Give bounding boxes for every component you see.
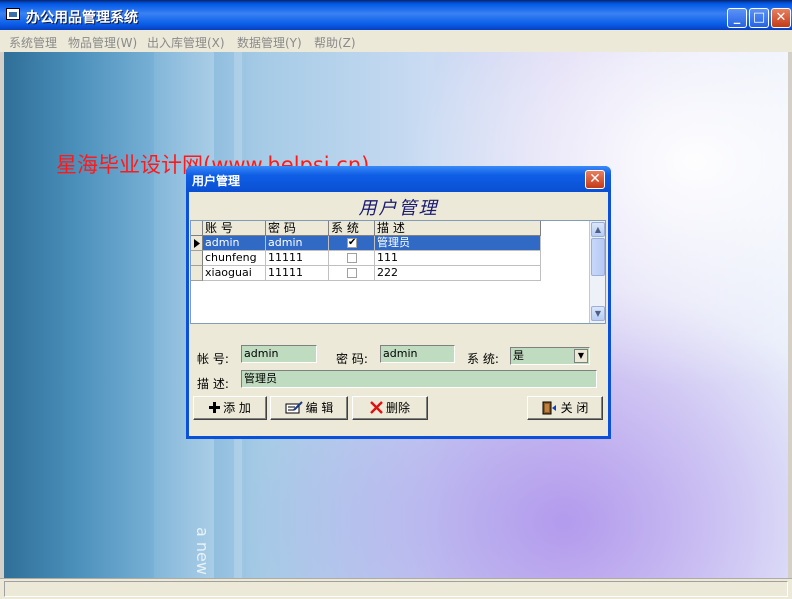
cell-account[interactable]: xiaoguai — [203, 266, 266, 281]
grid-header-desc[interactable]: 描 述 — [375, 221, 541, 236]
cell-password[interactable]: 11111 — [266, 266, 329, 281]
exit-door-icon — [542, 401, 556, 414]
menu-items[interactable]: 物品管理(W) — [68, 34, 137, 51]
menu-stock[interactable]: 出入库管理(X) — [147, 34, 225, 51]
add-button-label: 添 加 — [223, 401, 251, 415]
cell-password[interactable]: admin — [266, 236, 329, 251]
dialog-title-bar[interactable]: 用户管理 ✕ — [186, 166, 611, 192]
delete-button[interactable]: 删除 — [352, 396, 428, 420]
user-management-dialog: 用户管理 ✕ 用户管理 账 号 密 码 系 统 描 述 admin admin … — [186, 166, 611, 439]
system-checkbox[interactable] — [347, 253, 357, 263]
system-label: 系 统: — [467, 352, 499, 366]
close-dialog-button[interactable]: 关 闭 — [527, 396, 603, 420]
password-label: 密 码: — [336, 352, 368, 366]
system-select[interactable]: 是 ▼ — [510, 347, 590, 365]
menu-help[interactable]: 帮助(Z) — [314, 34, 356, 51]
cell-desc[interactable]: 管理员 — [375, 236, 541, 251]
add-button[interactable]: 添 加 — [193, 396, 267, 420]
system-select-value: 是 — [513, 349, 524, 362]
system-checkbox[interactable] — [347, 268, 357, 278]
cell-system[interactable] — [329, 251, 375, 266]
cell-system[interactable]: ✔ — [329, 236, 375, 251]
grid-header-account[interactable]: 账 号 — [203, 221, 266, 236]
scroll-thumb[interactable] — [591, 238, 605, 276]
edit-button[interactable]: 编 辑 — [270, 396, 348, 420]
maximize-button[interactable]: □ — [749, 8, 769, 28]
cell-desc[interactable]: 222 — [375, 266, 541, 281]
grid-header-password[interactable]: 密 码 — [266, 221, 329, 236]
row-indicator — [191, 236, 203, 251]
edit-button-label: 编 辑 — [305, 401, 334, 415]
edit-icon — [285, 401, 303, 414]
grid-vertical-scrollbar[interactable]: ▲ ▼ — [589, 221, 605, 323]
main-title-bar[interactable]: 办公用品管理系统 _ □ ✕ — [0, 0, 792, 30]
menu-data[interactable]: 数据管理(Y) — [237, 34, 302, 51]
grid-header-system[interactable]: 系 统 — [329, 221, 375, 236]
delete-x-icon — [370, 401, 383, 414]
close-dialog-button-label: 关 闭 — [560, 401, 589, 415]
account-label: 帐 号: — [197, 352, 229, 366]
close-window-button[interactable]: ✕ — [771, 8, 791, 28]
status-bar — [0, 578, 792, 599]
row-indicator — [191, 251, 203, 266]
desc-label: 描 述: — [197, 377, 229, 391]
app-title: 办公用品管理系统 — [26, 10, 138, 26]
status-panel — [4, 581, 788, 597]
desc-field[interactable]: 管理员 — [241, 370, 597, 388]
menu-system[interactable]: 系统管理 — [9, 34, 57, 51]
current-row-arrow-icon — [194, 239, 200, 248]
row-indicator — [191, 266, 203, 281]
app-icon — [6, 8, 20, 20]
dialog-close-button[interactable]: ✕ — [585, 170, 605, 189]
account-field[interactable]: admin — [241, 345, 317, 363]
chevron-down-icon[interactable]: ▼ — [574, 349, 588, 363]
cell-desc[interactable]: 111 — [375, 251, 541, 266]
password-field[interactable]: admin — [380, 345, 455, 363]
scroll-down-arrow-icon[interactable]: ▼ — [591, 306, 605, 321]
cell-password[interactable]: 11111 — [266, 251, 329, 266]
scroll-up-arrow-icon[interactable]: ▲ — [591, 222, 605, 237]
menu-bar: 系统管理 物品管理(W) 出入库管理(X) 数据管理(Y) 帮助(Z) — [0, 30, 792, 52]
user-grid[interactable]: 账 号 密 码 系 统 描 述 admin admin ✔ 管理员 chunfe… — [190, 220, 606, 324]
delete-button-label: 删除 — [385, 401, 410, 415]
dialog-title: 用户管理 — [192, 174, 241, 188]
minimize-button[interactable]: _ — [727, 8, 747, 28]
cell-account[interactable]: admin — [203, 236, 266, 251]
cell-system[interactable] — [329, 266, 375, 281]
background-vertical-text: a new form — [193, 527, 212, 578]
system-checkbox[interactable]: ✔ — [347, 238, 357, 248]
grid-header-indicator — [191, 221, 203, 236]
plus-icon — [209, 402, 221, 413]
form-heading: 用户管理 — [358, 198, 439, 219]
cell-account[interactable]: chunfeng — [203, 251, 266, 266]
dialog-body: 用户管理 账 号 密 码 系 统 描 述 admin admin ✔ 管理员 c… — [189, 192, 608, 436]
